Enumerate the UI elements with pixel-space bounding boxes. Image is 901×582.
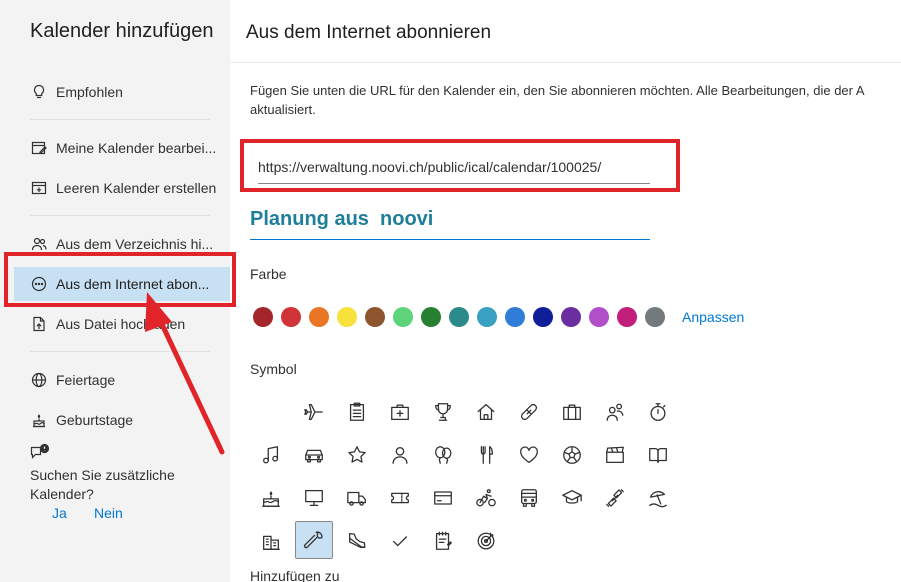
annotation-arrow — [145, 292, 225, 455]
